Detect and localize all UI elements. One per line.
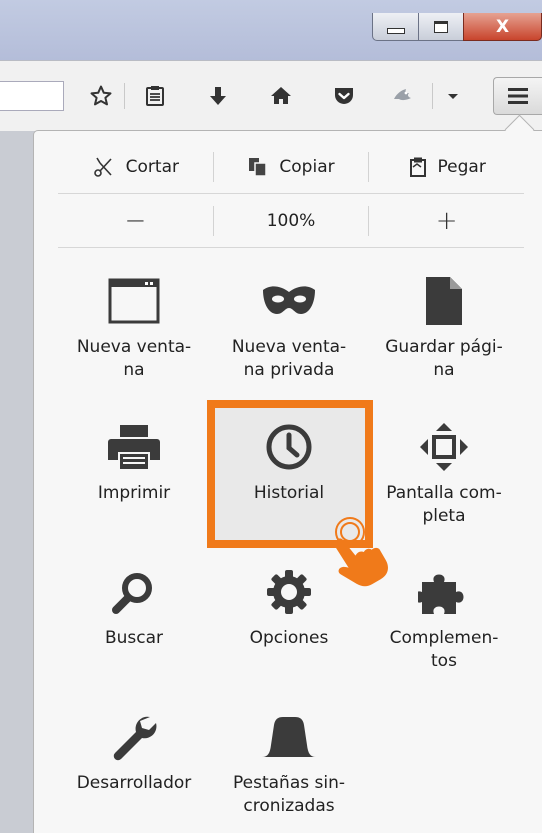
addons-button[interactable]: Complemen-tos <box>368 555 520 685</box>
cut-label: Cortar <box>125 157 179 177</box>
printer-icon <box>108 425 160 469</box>
new-window-button[interactable]: Nueva venta-na <box>58 264 210 394</box>
zoom-out-button[interactable]: − <box>58 206 213 236</box>
download-icon[interactable] <box>203 83 233 109</box>
label-line: Buscar <box>104 628 164 648</box>
page-icon <box>426 277 462 325</box>
puzzle-icon <box>418 574 464 614</box>
toolbar-separator <box>432 83 433 109</box>
pointing-hand-icon <box>335 517 388 587</box>
edit-controls: Cortar Copiar Pegar <box>58 143 524 191</box>
hamburger-menu-icon <box>508 88 528 104</box>
mask-icon <box>263 286 315 314</box>
window-icon <box>108 278 160 324</box>
label-line: na <box>123 360 145 380</box>
label-line: cronizadas <box>243 796 335 816</box>
zoom-level: 100% <box>266 211 316 231</box>
maximize-button[interactable] <box>418 13 464 41</box>
minimize-icon <box>386 27 405 34</box>
divider <box>58 193 524 194</box>
find-button[interactable]: Buscar <box>58 555 210 685</box>
label-line: Guardar pági- <box>385 337 503 357</box>
print-button[interactable]: Imprimir <box>58 410 210 540</box>
bookmark-star-icon[interactable] <box>86 83 116 109</box>
paste-button[interactable]: Pegar <box>369 156 524 178</box>
label-line: Imprimir <box>97 483 171 503</box>
fullscreen-icon <box>420 423 468 471</box>
zoom-reset-button[interactable]: 100% <box>214 211 369 231</box>
zoom-in-button[interactable]: + <box>369 206 524 236</box>
home-icon[interactable] <box>266 83 296 109</box>
zoom-controls: − 100% + <box>58 197 524 245</box>
copy-button[interactable]: Copiar <box>214 156 369 178</box>
label-line: Nueva venta- <box>76 337 192 357</box>
fullscreen-button[interactable]: Pantalla com-pleta <box>368 410 520 540</box>
zoom-in-icon: + <box>435 206 458 236</box>
close-icon: X <box>495 16 510 37</box>
label-line: Pantalla com- <box>386 483 502 503</box>
private-window-button[interactable]: Nueva venta-na privada <box>213 264 365 394</box>
label-line: Desarrollador <box>76 773 192 793</box>
copy-icon <box>249 158 268 177</box>
toolbar-separator <box>124 83 125 109</box>
label-line: Pestañas sin- <box>233 773 345 793</box>
copy-label: Copiar <box>279 157 335 177</box>
clipboard-icon <box>409 157 426 177</box>
pocket-icon[interactable] <box>329 83 359 109</box>
reading-list-icon[interactable] <box>140 83 170 109</box>
developer-button[interactable]: Desarrollador <box>58 700 210 830</box>
zoom-out-icon: − <box>124 206 147 236</box>
close-button[interactable]: X <box>463 13 542 41</box>
extension-icon[interactable] <box>388 83 418 109</box>
cut-button[interactable]: Cortar <box>58 155 213 179</box>
tab-icon <box>262 717 316 757</box>
window-titlebar: X <box>0 0 542 60</box>
url-bar[interactable] <box>0 81 64 111</box>
save-page-button[interactable]: Guardar pági-na <box>368 264 520 394</box>
search-icon <box>112 573 152 614</box>
label-line: pleta <box>422 506 466 526</box>
navigation-toolbar <box>0 60 542 131</box>
synced-tabs-button[interactable]: Pestañas sin-cronizadas <box>213 700 365 830</box>
wrench-icon <box>113 716 157 761</box>
label-line: na <box>433 360 455 380</box>
label-line: Nueva venta- <box>231 337 347 357</box>
paste-label: Pegar <box>437 157 486 177</box>
label-line: Complemen- <box>389 628 499 648</box>
menu-button[interactable] <box>493 77 542 115</box>
divider <box>58 247 524 248</box>
minimize-button[interactable] <box>372 13 419 41</box>
label-line: tos <box>431 651 457 671</box>
label-line: Opciones <box>249 628 329 648</box>
scissors-icon <box>93 157 112 177</box>
label-line: na privada <box>243 360 335 380</box>
dropdown-icon[interactable] <box>438 83 468 109</box>
maximize-icon <box>434 20 448 33</box>
gear-icon <box>267 570 311 614</box>
